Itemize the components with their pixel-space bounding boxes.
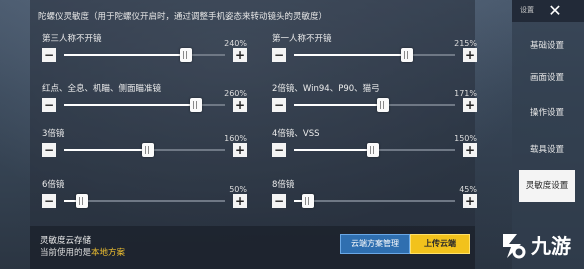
slider-label: 8倍镜	[272, 180, 295, 190]
slider-track[interactable]	[294, 194, 455, 208]
slider-fill	[64, 149, 148, 151]
cloud-current-plan-name: 本地方案	[91, 248, 126, 258]
slider-fill	[294, 149, 373, 151]
decrease-button[interactable]: −	[272, 48, 286, 62]
slider-fill	[64, 54, 187, 56]
slider-thumb[interactable]	[302, 194, 315, 208]
decrease-button[interactable]: −	[42, 143, 56, 157]
increase-button[interactable]: +	[463, 194, 477, 208]
slider-thumb[interactable]	[400, 48, 413, 62]
slider-2x-scope: 2倍镜、Win94、P90、猫弓 171% − +	[272, 82, 477, 116]
cloud-storage-bar: 灵敏度云存储 当前使用的是本地方案 云端方案管理 上传云端	[30, 226, 475, 269]
increase-button[interactable]: +	[463, 48, 477, 62]
slider-thumb[interactable]	[75, 194, 88, 208]
slider-3x-scope: 3倍镜 160% − +	[42, 127, 247, 161]
slider-label: 第三人称不开镜	[42, 34, 102, 44]
slider-value: 260%	[224, 89, 247, 98]
increase-button[interactable]: +	[233, 143, 247, 157]
slider-track[interactable]	[294, 98, 455, 112]
watermark-logo: 九游	[497, 228, 581, 264]
slider-track[interactable]	[294, 143, 455, 157]
slider-track[interactable]	[64, 194, 225, 208]
cloud-title: 灵敏度云存储	[40, 236, 92, 246]
sidebar-item-basic[interactable]: 基础设置	[519, 30, 575, 62]
slider-value: 50%	[229, 185, 247, 194]
sidebar-item-vehicle[interactable]: 载具设置	[519, 134, 575, 166]
increase-button[interactable]: +	[463, 98, 477, 112]
sidebar-title: 设置	[520, 6, 534, 14]
slider-label: 2倍镜、Win94、P90、猫弓	[272, 84, 380, 94]
slider-thumb[interactable]	[366, 143, 379, 157]
increase-button[interactable]: +	[233, 48, 247, 62]
cloud-current-prefix: 当前使用的是	[40, 248, 92, 258]
slider-value: 45%	[459, 185, 477, 194]
slider-label: 第一人称不开镜	[272, 34, 332, 44]
slider-8x-scope: 8倍镜 45% − +	[272, 178, 477, 212]
slider-fill	[64, 104, 197, 106]
slider-label: 红点、全息、机瞄、侧面瞄准镜	[42, 84, 162, 94]
increase-button[interactable]: +	[233, 194, 247, 208]
slider-label: 6倍镜	[42, 180, 65, 190]
slider-track[interactable]	[64, 98, 225, 112]
slider-label: 4倍镜、VSS	[272, 129, 320, 139]
increase-button[interactable]: +	[463, 143, 477, 157]
upload-cloud-button[interactable]: 上传云端	[410, 234, 470, 254]
decrease-button[interactable]: −	[272, 98, 286, 112]
slider-value: 150%	[454, 134, 477, 143]
decrease-button[interactable]: −	[42, 48, 56, 62]
cloud-current-plan: 当前使用的是本地方案	[40, 246, 125, 258]
cloud-manage-button[interactable]: 云端方案管理	[340, 234, 410, 254]
slider-track[interactable]	[64, 48, 225, 62]
decrease-button[interactable]: −	[272, 194, 286, 208]
sidebar-item-sensitivity[interactable]: 灵敏度设置	[519, 170, 575, 202]
slider-thumb[interactable]	[190, 98, 203, 112]
slider-fill	[294, 104, 383, 106]
slider-first-person-no-scope: 第一人称不开镜 215% − +	[272, 32, 477, 66]
slider-thumb[interactable]	[376, 98, 389, 112]
slider-value: 240%	[224, 39, 247, 48]
slider-track[interactable]	[64, 143, 225, 157]
watermark-text: 九游	[531, 234, 571, 258]
slider-value: 171%	[454, 89, 477, 98]
decrease-button[interactable]: −	[272, 143, 286, 157]
section-header: 陀螺仪灵敏度（用于陀螺仪开启时，通过调整手机姿态来转动镜头的灵敏度）	[38, 12, 328, 22]
slider-label: 3倍镜	[42, 129, 65, 139]
slider-value: 160%	[224, 134, 247, 143]
slider-value: 215%	[454, 39, 477, 48]
slider-track[interactable]	[294, 48, 455, 62]
slider-6x-scope: 6倍镜 50% − +	[42, 178, 247, 212]
sidebar-item-graphics[interactable]: 画面设置	[519, 62, 575, 94]
slider-thumb[interactable]	[180, 48, 193, 62]
watermark-icon	[503, 234, 526, 259]
increase-button[interactable]: +	[233, 98, 247, 112]
slider-red-dot-holo: 红点、全息、机瞄、侧面瞄准镜 260% − +	[42, 82, 247, 116]
decrease-button[interactable]: −	[42, 194, 56, 208]
slider-4x-scope: 4倍镜、VSS 150% − +	[272, 127, 477, 161]
sidebar-item-controls[interactable]: 操作设置	[519, 97, 575, 129]
slider-third-person-no-scope: 第三人称不开镜 240% − +	[42, 32, 247, 66]
decrease-button[interactable]: −	[42, 98, 56, 112]
slider-thumb[interactable]	[141, 143, 154, 157]
close-icon[interactable]: ✕	[540, 2, 570, 20]
slider-fill	[294, 54, 407, 56]
